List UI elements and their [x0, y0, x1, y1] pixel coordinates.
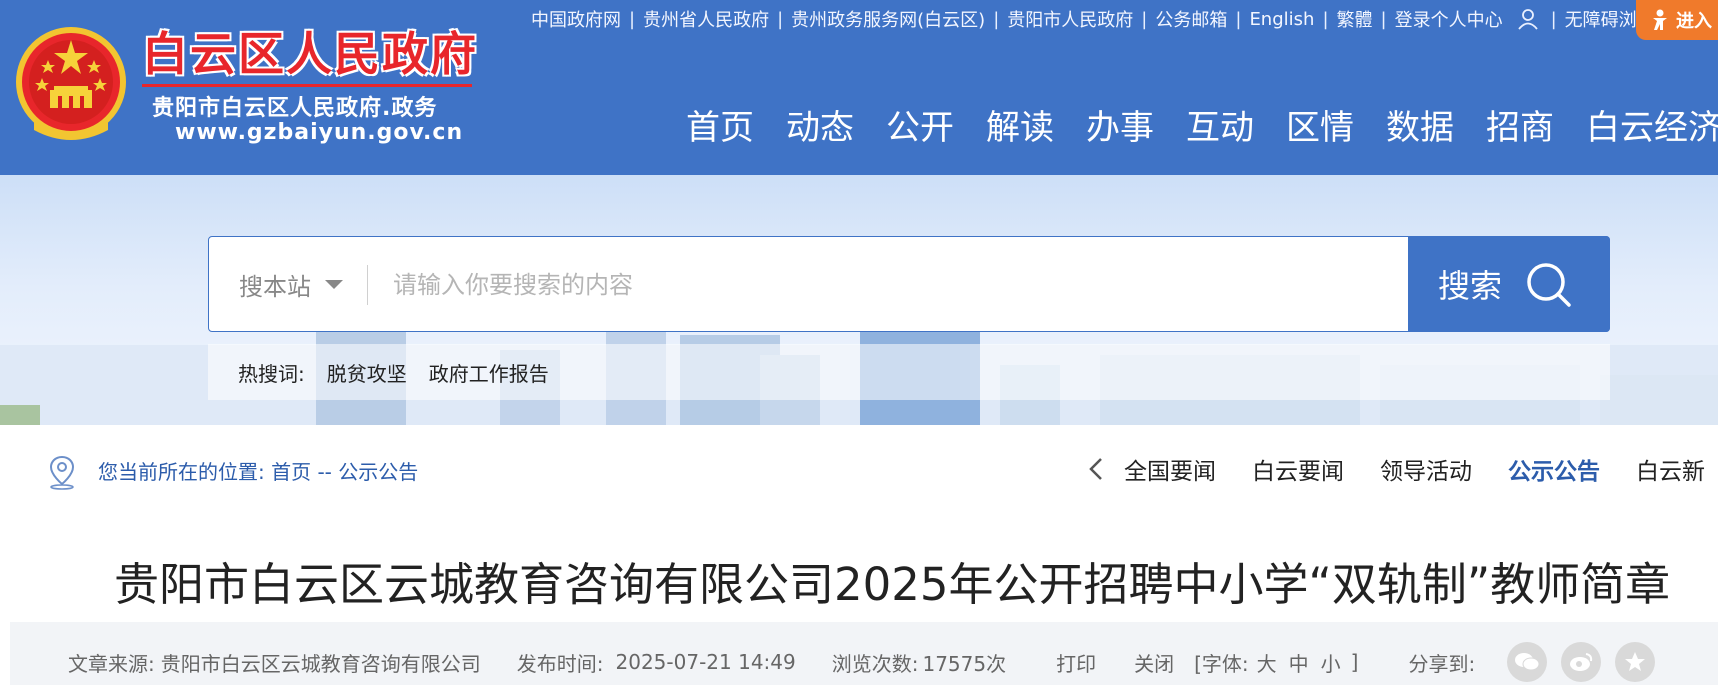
subnav-announcements[interactable]: 公示公告	[1508, 452, 1600, 486]
subnav-national-news[interactable]: 全国要闻	[1124, 452, 1216, 486]
chevron-left-icon[interactable]	[1088, 456, 1104, 482]
published-label: 发布时间:	[516, 651, 604, 676]
wechat-icon[interactable]	[1507, 642, 1548, 682]
top-link-guizhou-gov[interactable]: 贵州省人民政府	[643, 6, 769, 32]
nav-open[interactable]: 公开	[886, 100, 954, 149]
font-size-small[interactable]: 小	[1321, 648, 1341, 677]
separator: |	[1141, 8, 1148, 30]
top-link-guiyang-gov[interactable]: 贵阳市人民政府	[1007, 6, 1133, 32]
subnav-leader-activities[interactable]: 领导活动	[1380, 452, 1472, 486]
close-button[interactable]: 关闭	[1134, 648, 1174, 677]
site-url: www.gzbaiyun.gov.cn	[175, 120, 464, 145]
hot-word-gov-report[interactable]: 政府工作报告	[429, 358, 549, 387]
top-link-traditional[interactable]: 繁體	[1337, 6, 1373, 32]
top-link-login[interactable]: 登录个人中心	[1395, 6, 1503, 32]
hot-search-bar: 热搜词: 脱贫攻坚 政府工作报告	[208, 344, 1610, 400]
nav-interpretation[interactable]: 解读	[986, 100, 1054, 149]
nav-news[interactable]: 动态	[786, 100, 854, 149]
top-link-english[interactable]: English	[1249, 9, 1314, 30]
accessibility-person-icon	[1653, 9, 1667, 30]
separator: |	[1550, 8, 1557, 30]
article-title: 贵阳市白云区云城教育咨询有限公司2025年公开招聘中小学“双轨制”教师简章	[114, 558, 1671, 611]
hot-search-label: 热搜词:	[238, 361, 305, 386]
font-size-large[interactable]: 大	[1257, 648, 1277, 677]
source-value: 贵阳市白云区云城教育咨询有限公司	[160, 651, 481, 676]
separator: |	[993, 8, 1000, 30]
font-size-label: [字体:	[1194, 651, 1249, 676]
search-input[interactable]	[391, 237, 1395, 333]
site-title: 白云区人民政府	[142, 27, 478, 81]
font-size-medium[interactable]: 中	[1289, 648, 1309, 677]
separator: |	[1380, 8, 1387, 30]
published-value: 2025-07-21 14:49	[615, 650, 796, 674]
source-label: 文章来源:	[68, 651, 155, 676]
search-scope-dropdown[interactable]: 搜本站	[239, 237, 343, 331]
top-link-guizhou-service[interactable]: 贵州政务服务网(白云区)	[791, 6, 985, 32]
font-size-end: ]	[1350, 650, 1359, 674]
breadcrumb: 您当前所在的位置: 首页 -- 公示公告	[98, 456, 418, 485]
search-icon	[1527, 263, 1571, 307]
separator: |	[1235, 8, 1242, 30]
nav-district[interactable]: 区情	[1286, 100, 1354, 149]
title-divider	[142, 84, 472, 87]
separator: |	[1322, 8, 1329, 30]
search-scope-label: 搜本站	[239, 272, 311, 301]
site-header: 白云区人民政府 贵阳市白云区人民政府.政务 www.gzbaiyun.gov.c…	[0, 0, 1718, 175]
divider	[367, 265, 368, 305]
sub-nav: 全国要闻 白云要闻 领导活动 公示公告 白云新	[1088, 452, 1718, 486]
views-value: 17575次	[922, 651, 1007, 676]
chevron-down-icon	[325, 279, 343, 289]
nav-investment[interactable]: 招商	[1486, 100, 1554, 149]
search-box: 搜本站 搜索	[208, 236, 1610, 333]
main-nav: 首页 动态 公开 解读 办事 互动 区情 数据 招商 白云经济开	[686, 100, 1718, 149]
enter-button-label: 进入	[1676, 11, 1712, 32]
breadcrumb-separator: --	[317, 460, 332, 484]
nav-home[interactable]: 首页	[686, 100, 754, 149]
nav-services[interactable]: 办事	[1086, 100, 1154, 149]
search-button-label: 搜索	[1438, 267, 1503, 305]
subnav-baiyun-more[interactable]: 白云新	[1636, 452, 1705, 486]
breadcrumb-home[interactable]: 首页	[271, 460, 311, 484]
breadcrumb-prefix: 您当前所在的位置:	[98, 460, 265, 484]
top-link-gov-cn[interactable]: 中国政府网	[531, 6, 621, 32]
hot-word-poverty[interactable]: 脱贫攻坚	[327, 358, 407, 387]
print-button[interactable]: 打印	[1056, 648, 1096, 677]
breadcrumb-current[interactable]: 公示公告	[338, 460, 418, 484]
top-link-mailbox[interactable]: 公务邮箱	[1155, 6, 1227, 32]
nav-economic-zone[interactable]: 白云经济开	[1586, 100, 1718, 149]
nav-data[interactable]: 数据	[1386, 100, 1454, 149]
article-meta: 文章来源: 贵阳市白云区云城教育咨询有限公司 发布时间: 2025-07-21 …	[68, 642, 1656, 682]
weibo-icon[interactable]	[1561, 642, 1602, 682]
location-pin-icon	[49, 455, 75, 490]
separator: |	[777, 8, 784, 30]
subnav-baiyun-news[interactable]: 白云要闻	[1252, 452, 1344, 486]
user-icon[interactable]	[1517, 8, 1539, 30]
separator: |	[629, 8, 636, 30]
qzone-icon[interactable]	[1615, 642, 1656, 682]
views-label: 浏览次数:	[831, 651, 919, 676]
national-emblem-icon	[16, 27, 126, 140]
nav-interaction[interactable]: 互动	[1186, 100, 1254, 149]
search-button[interactable]: 搜索	[1408, 236, 1610, 332]
site-subtitle: 贵阳市白云区人民政府.政务	[152, 96, 438, 121]
share-label: 分享到:	[1408, 651, 1476, 676]
enter-button[interactable]: 进入	[1636, 0, 1718, 40]
top-links: 中国政府网 | 贵州省人民政府 | 贵州政务服务网(白云区) | 贵阳市人民政府 | 公…	[531, 6, 1655, 32]
